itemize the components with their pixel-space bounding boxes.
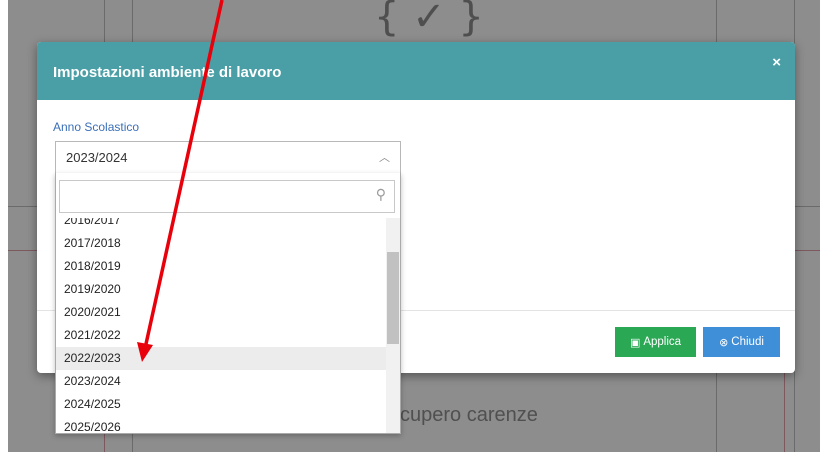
arrow-shaft bbox=[144, 0, 224, 345]
annotation-arrow bbox=[137, 0, 224, 362]
arrow-head bbox=[137, 342, 153, 362]
